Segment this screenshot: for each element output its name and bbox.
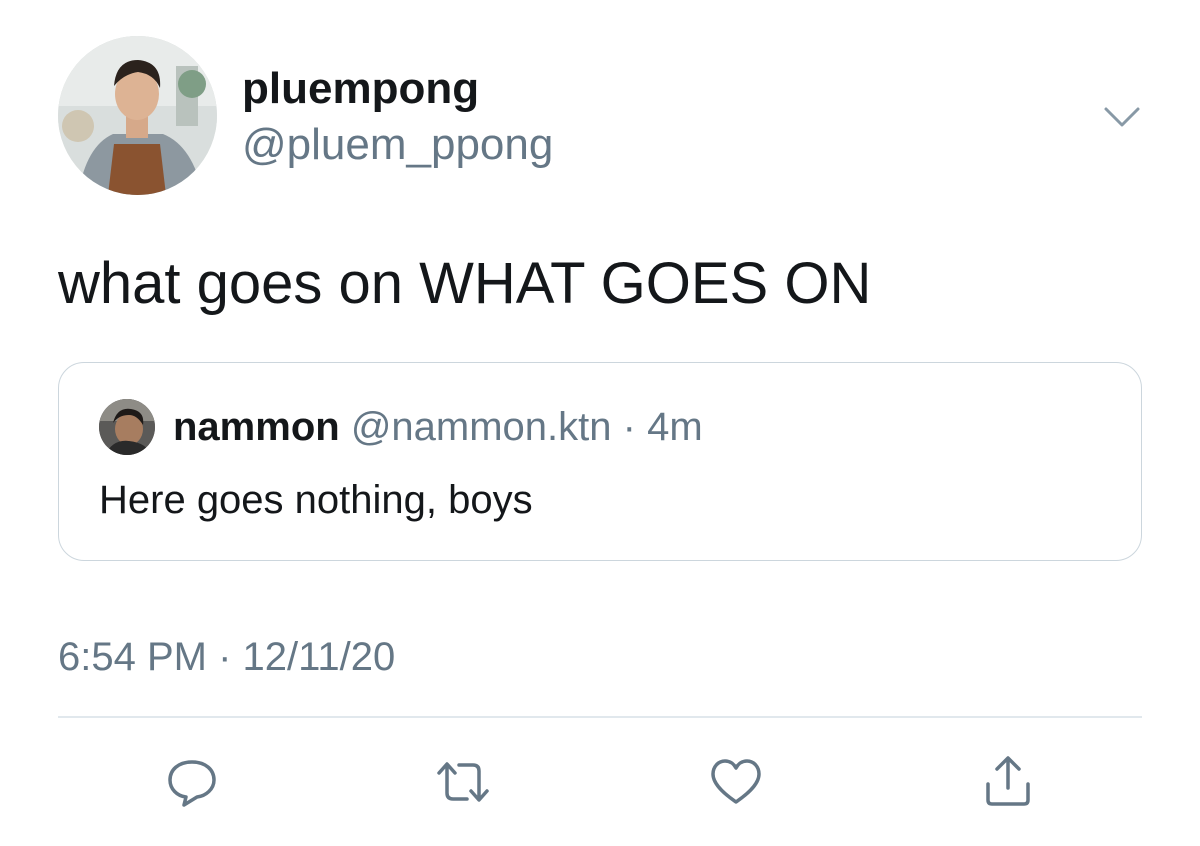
share-button[interactable] <box>978 752 1038 812</box>
quoted-avatar-image <box>99 399 155 455</box>
author-avatar[interactable] <box>58 36 217 195</box>
heart-icon <box>711 759 761 804</box>
quoted-tweet-text: Here goes nothing, boys <box>99 478 533 522</box>
quoted-handle: @nammon.ktn <box>350 405 612 449</box>
quoted-relative-time: 4m <box>647 405 703 449</box>
quoted-tweet[interactable]: nammon @nammon.ktn · 4m Here goes nothin… <box>58 362 1142 561</box>
tweet-detail: pluempong @pluem_ppong what goes on WHAT… <box>0 0 1200 846</box>
author-avatar-image <box>58 36 217 195</box>
quoted-author-avatar <box>99 399 155 455</box>
retweet-icon <box>437 762 489 802</box>
tweet-timestamp[interactable]: 6:54 PM · 12/11/20 <box>58 632 395 682</box>
retweet-button[interactable] <box>433 752 493 812</box>
tweet-text: what goes on WHAT GOES ON <box>58 251 872 316</box>
quoted-separator: · <box>622 405 636 449</box>
author-display-name[interactable]: pluempong <box>242 62 479 116</box>
author-handle[interactable]: @pluem_ppong <box>242 118 553 172</box>
quoted-header: nammon @nammon.ktn · 4m <box>173 403 703 451</box>
share-icon <box>986 756 1030 806</box>
reply-icon <box>168 760 216 807</box>
divider <box>58 716 1142 718</box>
reply-button[interactable] <box>162 752 222 812</box>
quoted-display-name: nammon <box>173 405 340 449</box>
like-button[interactable] <box>706 752 766 812</box>
chevron-down-icon[interactable] <box>1103 104 1141 130</box>
